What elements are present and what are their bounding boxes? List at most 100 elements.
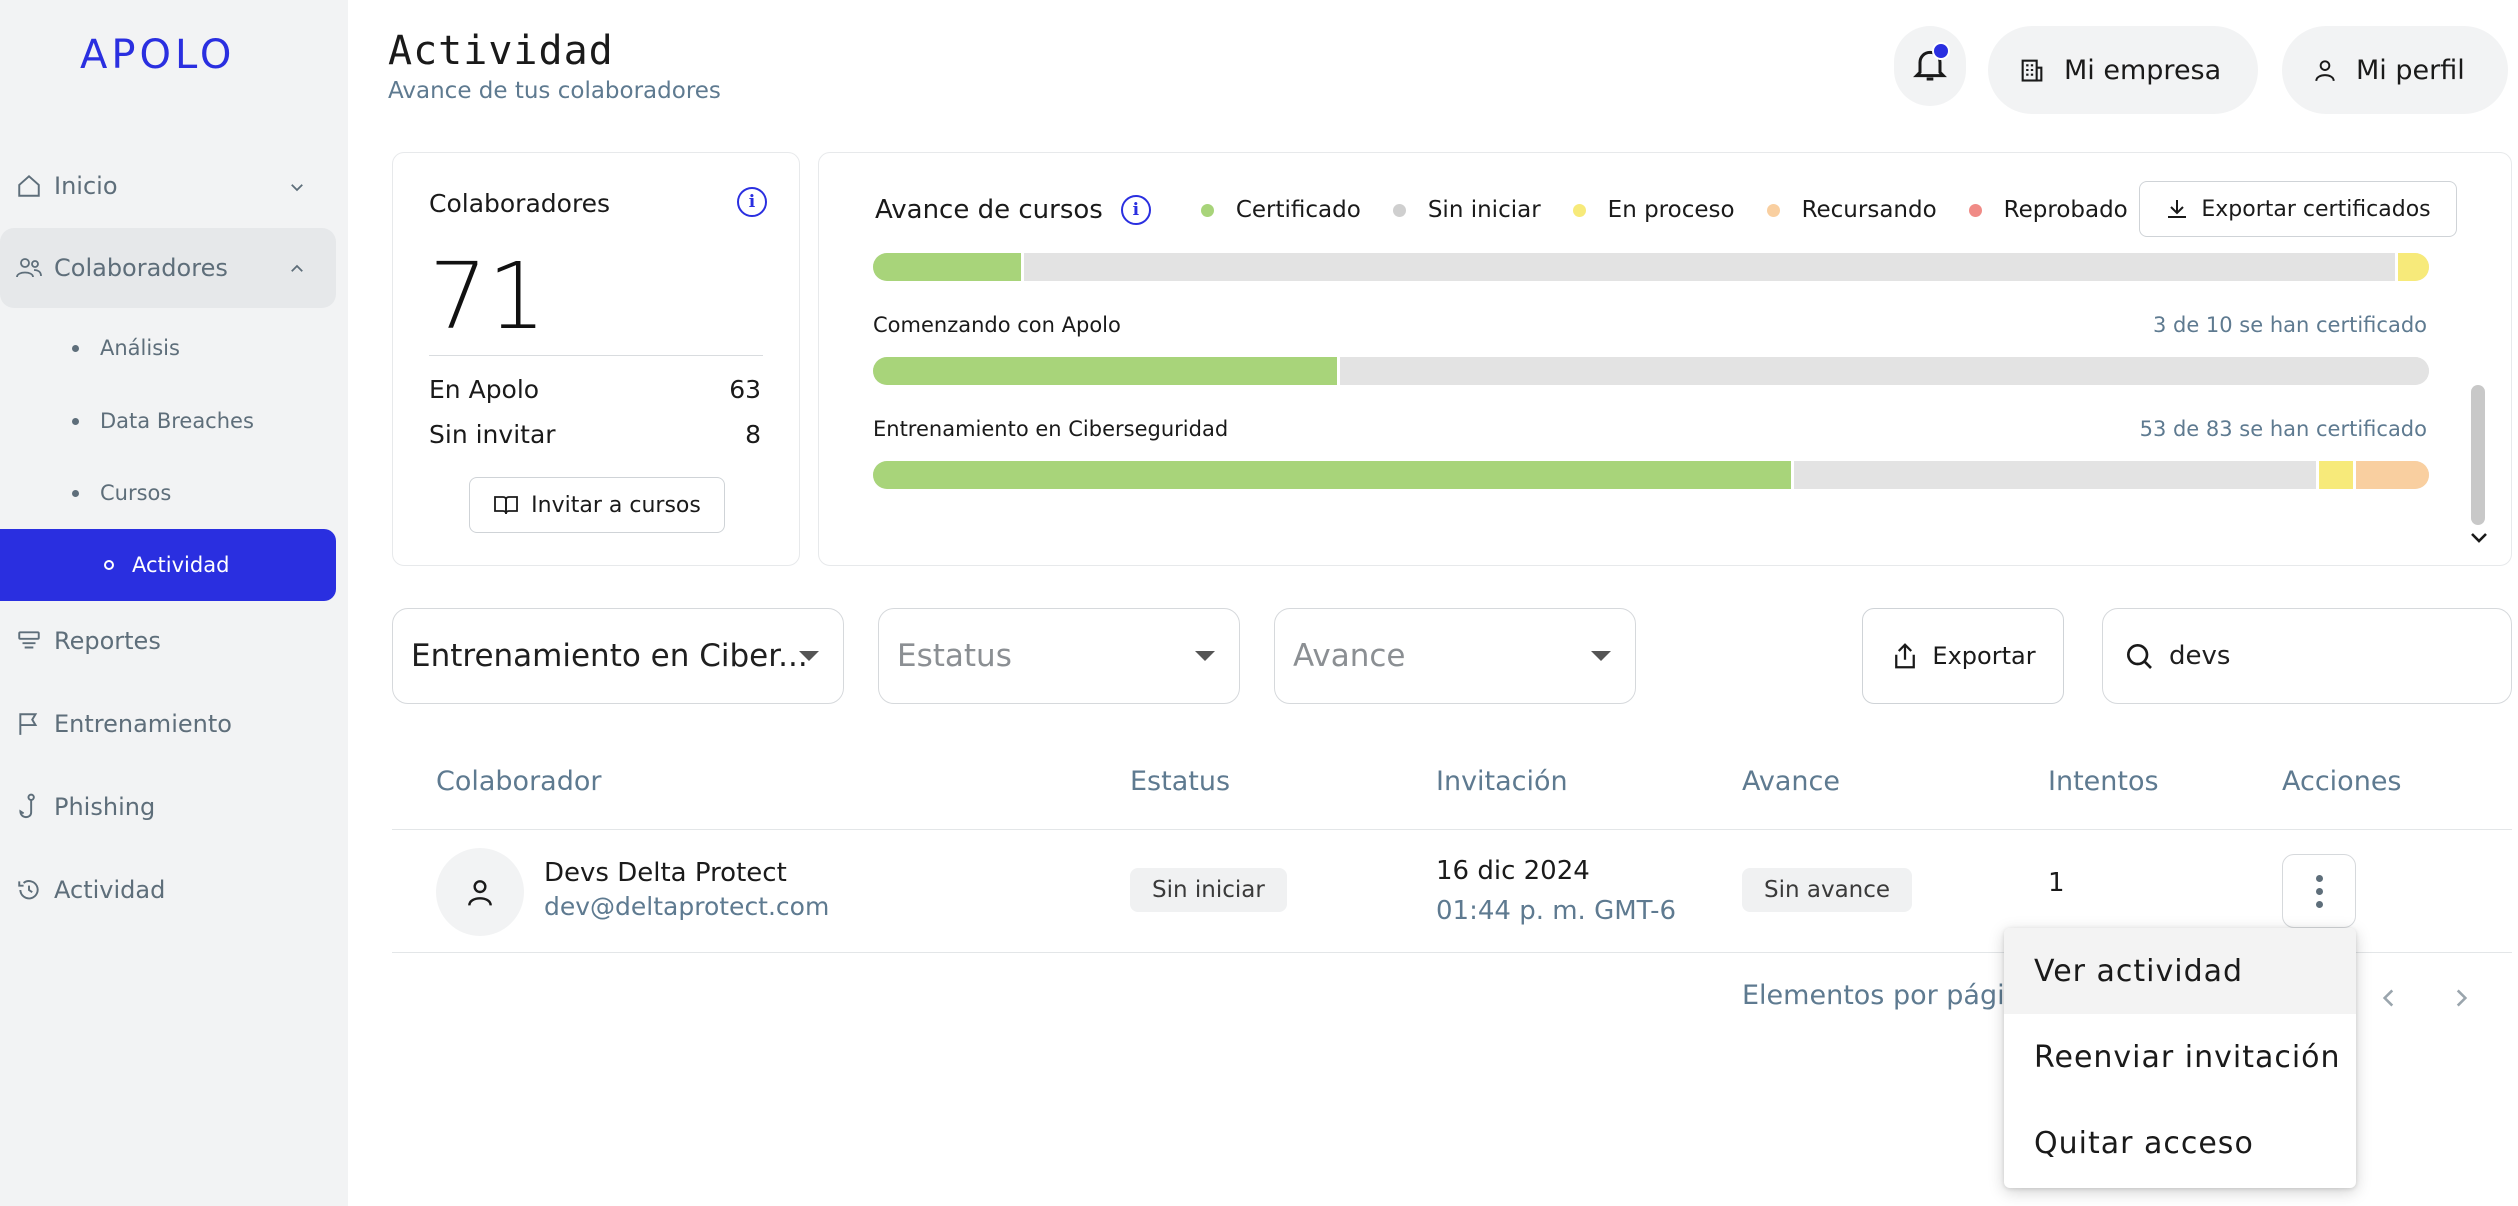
menu-item-reenviar-invitacion[interactable]: Reenviar invitación [2004,1014,2356,1100]
table-divider [392,829,2512,830]
column-header-invitacion[interactable]: Invitación [1436,766,1568,797]
sidebar-subitem-cursos[interactable]: Cursos [0,457,336,529]
book-icon [493,493,519,517]
sidebar-item-actividad[interactable]: Actividad [0,850,336,930]
sidebar-item-entrenamiento[interactable]: Entrenamiento [0,684,336,764]
next-page-button[interactable] [2448,982,2474,1022]
menu-item-ver-actividad[interactable]: Ver actividad [2004,928,2356,1014]
bar-segment-certificado [873,357,1340,385]
progress-badge: Sin avance [1742,868,1913,912]
hook-icon [14,792,44,822]
bar-segment-recursando [2355,461,2429,489]
notifications-button[interactable] [1894,26,1966,106]
sidebar-subitem-label: Data Breaches [100,409,254,433]
kebab-dot [2315,887,2323,895]
users-icon [14,253,44,283]
search-input[interactable]: devs [2102,608,2512,704]
legend-item-certificado: Certificado [1200,197,1361,223]
status-select[interactable]: Estatus [878,608,1240,704]
menu-item-quitar-acceso[interactable]: Quitar acceso [2004,1100,2356,1186]
bullet-icon [72,490,79,497]
prev-page-button[interactable] [2376,982,2402,1022]
course-select[interactable]: Entrenamiento en Ciber... [392,608,844,704]
export-button[interactable]: Exportar [1862,608,2064,704]
not-invited-label: Sin invitar [429,420,556,449]
progress-select[interactable]: Avance [1274,608,1636,704]
profile-button[interactable]: Mi perfil [2282,26,2508,114]
bullet-icon [72,418,79,425]
scrollbar-thumb[interactable] [2471,385,2485,525]
bar-segment-certificado [873,461,1795,489]
sidebar-item-label: Colaboradores [54,254,228,282]
building-icon [2018,56,2046,84]
column-header-colaborador[interactable]: Colaborador [436,766,601,797]
kebab-dot [2315,900,2323,908]
column-header-avance[interactable]: Avance [1742,766,1840,797]
in-apolo-label: En Apolo [429,375,540,404]
in-apolo-value: 63 [729,375,761,404]
sidebar-item-label: Reportes [54,627,161,655]
chevron-up-icon [288,256,306,284]
info-icon[interactable]: i [737,187,767,217]
apolo-logo[interactable]: APOLO [80,32,235,78]
in-apolo-row: En Apolo 63 [429,375,761,404]
bar-segment-sin-iniciar [1794,461,2319,489]
collaborators-card: Colaboradores i 71 En Apolo 63 Sin invit… [392,152,800,566]
invite-courses-button[interactable]: Invitar a cursos [469,477,725,533]
report-icon [14,626,44,656]
flag-icon [14,709,44,739]
legend-item-sin-iniciar: Sin iniciar [1392,197,1541,223]
bullet-icon [72,345,79,352]
scroll-down-icon[interactable] [2467,525,2491,553]
export-certificates-button[interactable]: Exportar certificados [2139,181,2457,237]
invite-courses-label: Invitar a cursos [531,492,701,518]
progress-select-placeholder: Avance [1293,638,1406,674]
page-subtitle: Avance de tus colaboradores [388,78,721,104]
page-title: Actividad [388,28,614,74]
status-badge: Sin iniciar [1130,868,1287,912]
collaborator-email: dev@deltaprotect.com [544,892,830,921]
bar-segment-en-proceso [2397,253,2429,281]
attempts-value: 1 [2048,868,2065,898]
progress-title: Avance de cursos [875,195,1103,225]
invite-date: 16 dic 2024 [1436,856,1590,886]
legend-item-reprobado: Reprobado [1968,197,2128,223]
sidebar-subitem-actividad[interactable]: Actividad [0,529,336,601]
invite-time: 01:44 p. m. GMT-6 [1436,896,1677,926]
sidebar-subitem-data-breaches[interactable]: Data Breaches [0,385,336,457]
sidebar-subitem-label: Actividad [132,553,230,577]
search-icon [2123,640,2155,672]
progress-legend: Avance de cursos i Certificado Sin inici… [875,195,2128,225]
sidebar-item-reportes[interactable]: Reportes [0,601,336,681]
bar-segment-certificado [873,253,1024,281]
sidebar-item-inicio[interactable]: Inicio [0,146,336,226]
sidebar-item-phishing[interactable]: Phishing [0,767,336,847]
bar-segment-sin-iniciar [1023,253,2398,281]
sidebar: APOLO Inicio Colaboradores Análisis Data… [0,0,348,1206]
bar-segment-en-proceso [2318,461,2356,489]
home-icon [14,171,44,201]
company-button-label: Mi empresa [2064,54,2222,86]
company-button[interactable]: Mi empresa [1988,26,2258,114]
more-actions-button[interactable] [2282,854,2356,928]
not-invited-value: 8 [745,420,761,449]
notification-badge [1932,42,1950,60]
course-progress-bar-1 [873,357,2429,385]
sidebar-item-label: Phishing [54,793,156,821]
user-icon [2312,56,2338,84]
caret-down-icon [1195,651,1215,661]
profile-button-label: Mi perfil [2356,54,2465,86]
bullet-ring-icon [104,560,114,570]
info-icon[interactable]: i [1120,195,1151,225]
column-header-intentos[interactable]: Intentos [2048,766,2159,797]
actions-menu: Ver actividad Reenviar invitación Quitar… [2004,928,2356,1188]
sidebar-item-colaboradores[interactable]: Colaboradores [0,228,336,308]
legend-item-en-proceso: En proceso [1572,197,1735,223]
chevron-down-icon [288,174,306,202]
course-progress-bar-0 [873,253,2429,281]
export-button-label: Exportar [1932,642,2036,670]
course-name: Comenzando con Apolo [873,313,1121,337]
collaborators-total: 71 [429,243,547,350]
sidebar-subitem-analisis[interactable]: Análisis [0,312,336,384]
column-header-estatus[interactable]: Estatus [1130,766,1230,797]
